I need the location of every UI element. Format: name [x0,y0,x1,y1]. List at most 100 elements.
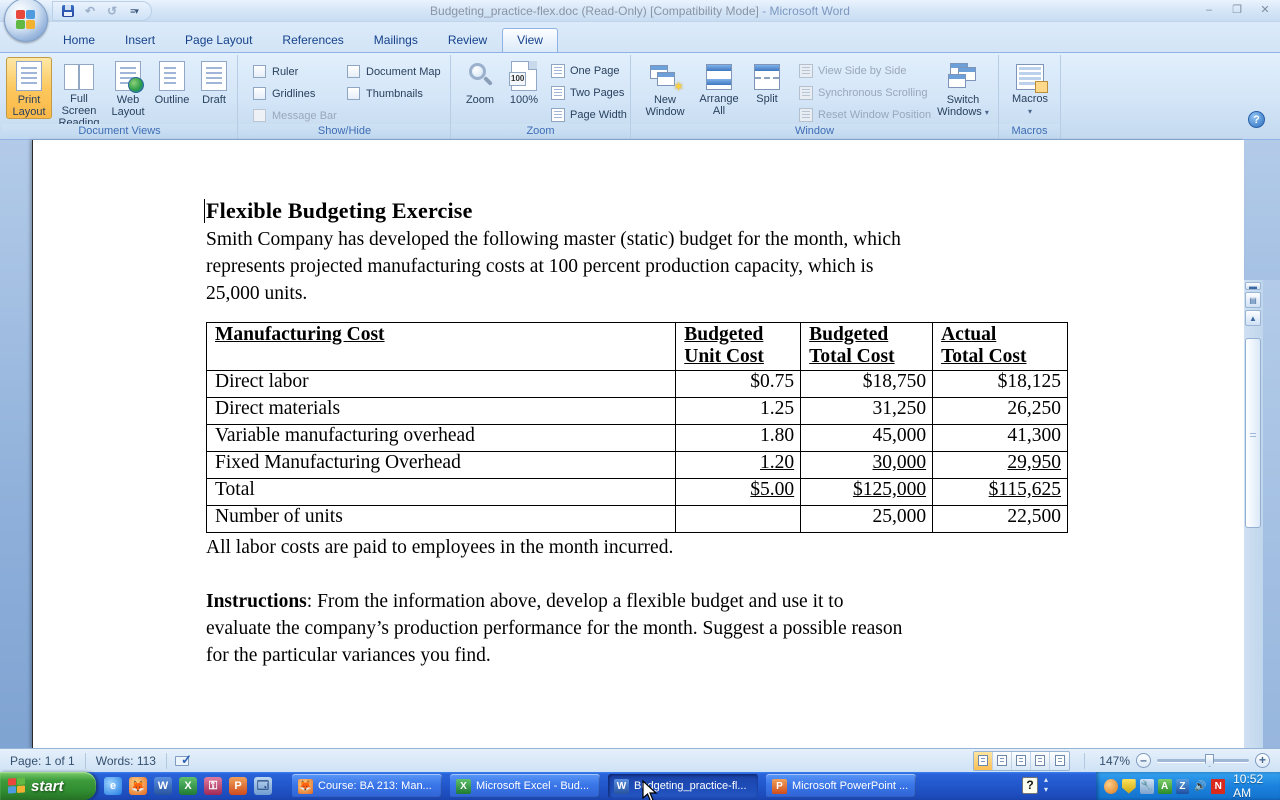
zoom-100-button[interactable]: 100 100% [503,57,545,107]
message-bar-label: Message Bar [272,110,337,122]
new-window-button[interactable]: ✶ New Window [639,57,691,119]
undo-button[interactable]: ↶ [81,3,99,19]
page-width-button[interactable]: Page Width [551,108,627,122]
full-screen-reading-button[interactable]: Full Screen Reading [54,57,104,130]
tab-home[interactable]: Home [48,28,110,52]
clock[interactable]: 10:52 AM [1233,772,1280,800]
tab-page-layout[interactable]: Page Layout [170,28,267,52]
tab-insert[interactable]: Insert [110,28,170,52]
reset-window-position-icon [799,108,813,122]
tab-view[interactable]: View [502,28,558,52]
show-desktop-icon[interactable]: 🗔 [254,777,272,795]
cell-value: 30,000 [801,452,933,479]
scroll-up-button[interactable]: ▲ [1245,310,1261,326]
tab-references[interactable]: References [267,28,358,52]
draft-view-button[interactable] [1050,752,1069,770]
view-side-by-side-button: View Side by Side [799,64,906,78]
antivirus-icon[interactable]: A [1158,779,1172,794]
zoom-slider[interactable] [1157,759,1249,762]
print-layout-button[interactable]: Print Layout [6,57,52,119]
powerpoint-icon: P [772,779,787,794]
help-agent-icon[interactable]: ? [1022,777,1038,794]
arrange-all-button[interactable]: Arrange All [693,57,745,118]
split-handle[interactable]: ▬ [1245,282,1261,290]
document-page[interactable]: Flexible Budgeting Exercise Smith Compan… [32,140,1244,748]
one-page-button[interactable]: One Page [551,64,620,78]
ruler-toggle-button[interactable]: ▤ [1245,292,1261,308]
text-caret [204,199,205,223]
thumbnails-checkbox[interactable]: Thumbnails [347,87,423,100]
gridlines-label: Gridlines [272,88,315,100]
taskbar-resize-handle-icon[interactable]: ▴▾ [1044,775,1048,795]
close-button[interactable]: ✕ [1252,3,1278,18]
internet-explorer-icon[interactable]: e [104,777,122,795]
norton-icon[interactable]: N [1211,779,1225,794]
table-row: Fixed Manufacturing Overhead 1.20 30,000… [207,452,1068,479]
vertical-scrollbar[interactable]: ▬ ▤ ▲ ▼ ◂ ● ▸ [1244,280,1263,800]
update-orb-icon[interactable] [1104,779,1118,794]
taskbar-button-excel[interactable]: X Microsoft Excel - Bud... [450,774,600,798]
word-icon[interactable]: W [154,777,172,795]
taskbar-button-firefox[interactable]: 🦊 Course: BA 213: Man... [292,774,442,798]
macros-button[interactable]: Macros▾ [1004,57,1056,119]
taskbar-button-label: Microsoft Excel - Bud... [476,780,589,792]
cell-value: 1.20 [676,452,801,479]
tools-icon[interactable]: 🔧 [1140,779,1154,794]
tab-mailings[interactable]: Mailings [359,28,433,52]
cell-value: $18,750 [801,371,933,398]
excel-icon[interactable]: X [179,777,197,795]
web-layout-button[interactable]: Web Layout [106,57,150,119]
split-button[interactable]: Split [747,57,787,106]
help-button[interactable]: ? [1248,111,1265,128]
zoom-button[interactable]: Zoom [459,57,501,107]
thumbnails-label: Thumbnails [366,88,423,100]
cell-value: 1.25 [676,398,801,425]
proofing-status-icon[interactable]: ✓ [175,754,193,768]
shield-icon[interactable] [1122,779,1136,794]
redo-button[interactable]: ↺ [103,3,121,19]
note-paragraph: All labor costs are paid to employees in… [206,534,1068,561]
draft-button[interactable]: Draft [194,57,234,107]
zoom-level[interactable]: 147% [1099,754,1130,768]
minimize-button[interactable]: – [1196,3,1222,18]
taskbar-button-label: Microsoft PowerPoint ... [792,780,908,792]
cell-value: $5.00 [676,479,801,506]
full-screen-reading-view-button[interactable] [993,752,1012,770]
powerpoint-icon[interactable]: P [229,777,247,795]
save-button[interactable] [59,3,77,19]
taskbar-button-powerpoint[interactable]: P Microsoft PowerPoint ... [766,774,916,798]
switch-windows-button[interactable]: Switch Windows ▾ [933,57,993,120]
z-app-icon[interactable]: Z [1176,779,1190,794]
document-workspace: Flexible Budgeting Exercise Smith Compan… [0,140,1280,748]
access-key-icon[interactable]: ⚿ [204,777,222,795]
app-name-text: - Microsoft Word [762,4,850,18]
word-count[interactable]: Words: 113 [94,754,158,768]
outline-view-button[interactable] [1031,752,1050,770]
scrollbar-thumb[interactable] [1245,338,1261,528]
page-indicator[interactable]: Page: 1 of 1 [8,754,77,768]
ruler-checkbox[interactable]: Ruler [253,65,298,78]
document-map-checkbox[interactable]: Document Map [347,65,441,78]
zoom-out-button[interactable]: – [1136,753,1151,768]
zoom-slider-thumb[interactable] [1205,754,1214,767]
zoom-in-button[interactable]: + [1255,753,1270,768]
taskbar-button-word-active[interactable]: W Budgeting_practice-fl... [608,774,758,798]
taskbar: start e 🦊 W X ⚿ P 🗔 🦊 Course: BA 213: Ma… [0,772,1280,800]
tab-review[interactable]: Review [433,28,502,52]
word-icon: W [614,779,629,794]
save-icon [62,5,74,17]
firefox-icon[interactable]: 🦊 [129,777,147,795]
volume-icon[interactable]: 🔊 [1193,779,1207,794]
two-pages-icon [551,86,565,100]
office-button[interactable] [4,0,48,42]
start-button[interactable]: start [0,772,96,800]
print-layout-view-button[interactable] [974,752,993,770]
web-layout-view-button[interactable] [1012,752,1031,770]
outline-button[interactable]: Outline [150,57,194,107]
redo-icon: ↺ [107,4,117,18]
view-shortcut-buttons [973,751,1070,771]
restore-button[interactable]: ❐ [1224,3,1250,18]
customize-qat-button[interactable]: ≡▾ [125,3,143,19]
two-pages-button[interactable]: Two Pages [551,86,624,100]
gridlines-checkbox[interactable]: Gridlines [253,87,315,100]
